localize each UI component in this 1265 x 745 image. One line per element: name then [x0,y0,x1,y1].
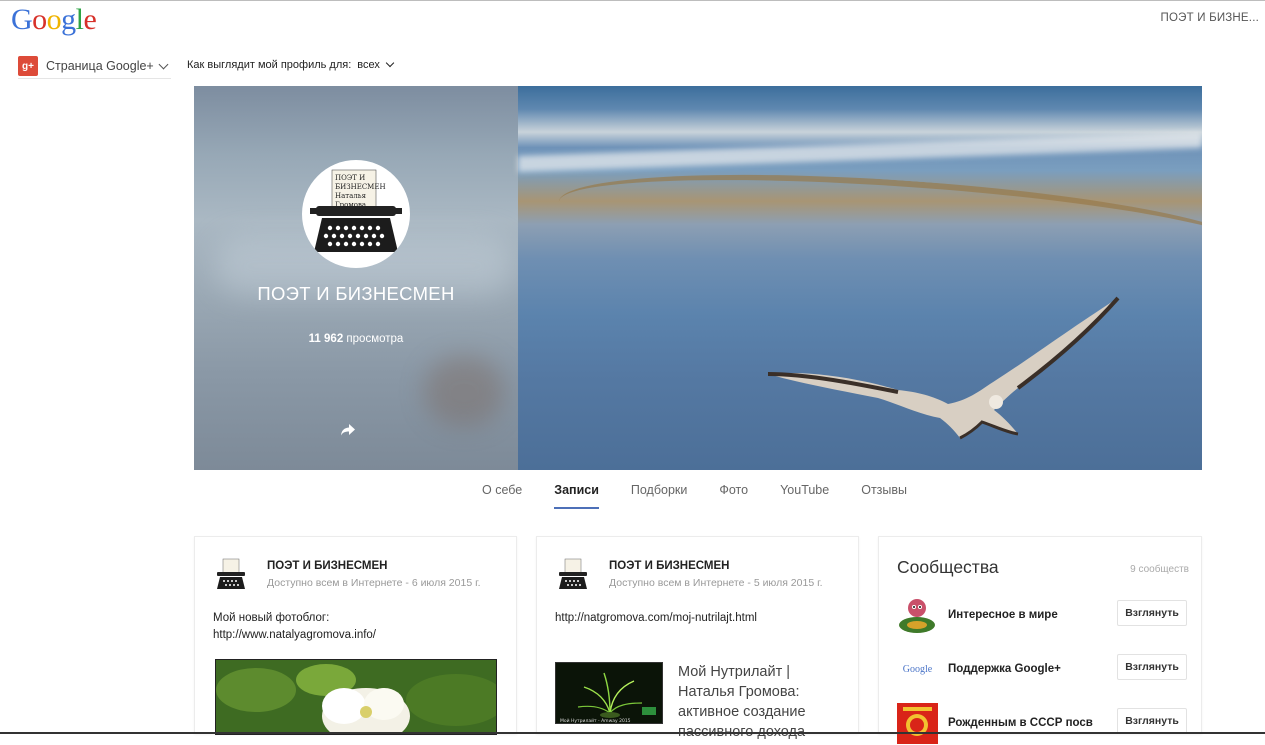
top-border [0,0,1265,1]
link-title-line: активное создание [678,704,806,720]
post-author-avatar[interactable] [555,557,591,593]
tab-photos[interactable]: Фото [703,476,764,509]
avatar-text-line2: БИЗНЕСМЕН [335,183,386,191]
post-author-name[interactable]: ПОЭТ И БИЗНЕСМЕН [609,560,823,572]
tab-posts[interactable]: Записи [538,476,615,509]
globe-character-icon [897,594,938,636]
share-icon[interactable] [340,423,356,437]
post-link[interactable]: http://www.natalyagromova.info/ [213,627,376,644]
link-title-line: Наталья Громова: [678,684,800,700]
community-item[interactable]: Интересное в мире Взглянуть [897,593,1187,637]
post-author-name[interactable]: ПОЭТ И БИЗНЕСМЕН [267,560,481,572]
view-community-button[interactable]: Взглянуть [1117,654,1187,680]
post-date[interactable]: 6 июля 2015 г. [412,577,481,589]
profile-views: 11 962 просмотра [194,333,518,345]
community-name: Поддержка Google+ [948,663,1061,675]
post-card: ПОЭТ И БИЗНЕСМЕН Доступно всем в Интерне… [536,536,859,740]
logo-letter-g2: g [61,3,76,36]
shoreline [555,156,1202,296]
community-item[interactable]: Рожденным в СССР посв Взглянуть [897,701,1187,745]
seagull-image [768,296,1120,440]
post-link[interactable]: http://natgromova.com/moj-nutrilajt.html [555,610,757,627]
tab-reviews[interactable]: Отзывы [845,476,923,509]
account-name[interactable]: ПОЭТ И БИЗНЕ... [1161,12,1259,24]
post-subline: Доступно всем в Интернете - 6 июля 2015 … [267,577,481,589]
view-as-selector[interactable]: Как выглядит мой профиль для: всех [187,58,395,71]
logo-letter-l: l [75,3,84,36]
profile-name: ПОЭТ И БИЗНЕСМЕН [257,283,455,304]
post-text-line: Мой новый фотоблог: [213,612,330,624]
post-text: http://natgromova.com/moj-nutrilajt.html [555,610,757,627]
gplus-icon: g+ [18,56,38,76]
chevron-down-icon [385,58,395,68]
avatar-text-line3: Наталья [335,192,367,200]
gplus-page-label: Страница Google+ [46,59,154,73]
profile-tabs: О себе Записи Подборки Фото YouTube Отзы… [466,476,923,510]
google-logo[interactable]: Google [11,3,97,37]
view-community-button[interactable]: Взглянуть [1117,600,1187,626]
avatar-text-line1: ПОЭТ И [335,174,365,182]
post-photo[interactable] [215,659,497,735]
post-date[interactable]: 5 июля 2015 г. [754,577,823,589]
tab-collections[interactable]: Подборки [615,476,703,509]
post-text: Мой новый фотоблог: http://www.natalyagr… [213,610,376,644]
logo-letter-o2: o [46,3,62,36]
communities-title: Сообщества [897,557,999,577]
community-item[interactable]: Google Поддержка Google+ Взглянуть [897,647,1187,691]
post-header: ПОЭТ И БИЗНЕСМЕН Доступно всем в Интерне… [555,557,823,593]
profile-avatar[interactable]: ПОЭТ И БИЗНЕСМЕН Наталья Громова [302,160,410,268]
post-card: ПОЭТ И БИЗНЕСМЕН Доступно всем в Интерне… [194,536,517,735]
post-subline: Доступно всем в Интернете - 5 июля 2015 … [609,577,823,589]
logo-letter-o1: o [32,3,47,36]
google-mini-logo: Google [902,663,933,675]
profile-info-panel: ПОЭТ И БИЗНЕСМЕН Наталья Громова ПОЭТ И … [194,86,518,470]
link-preview-title[interactable]: Мой Нутрилайт | Наталья Громова: активно… [678,662,848,742]
logo-letter-e: e [83,3,97,36]
post-visibility: Доступно всем в Интернете [609,577,745,589]
logo-letter-g: G [11,3,33,36]
gplus-page-switcher[interactable]: g+ Страница Google+ [18,54,171,79]
typewriter-avatar-icon: ПОЭТ И БИЗНЕСМЕН Наталья Громова [310,169,402,252]
tab-youtube[interactable]: YouTube [764,476,845,509]
community-name: Интересное в мире [948,609,1058,621]
profile-cover: ПОЭТ И БИЗНЕСМЕН Наталья Громова ПОЭТ И … [194,86,1202,470]
view-as-value: всех [357,59,380,71]
blur-shape [424,356,504,426]
post-meta: ПОЭТ И БИЗНЕСМЕН Доступно всем в Интерне… [609,557,823,593]
tab-about[interactable]: О себе [466,476,538,509]
post-author-avatar[interactable] [213,557,249,593]
post-header: ПОЭТ И БИЗНЕСМЕН Доступно всем в Интерне… [213,557,481,593]
link-preview-thumbnail[interactable]: Мой Нутрилайт - Amway 2015 [555,662,663,724]
view-as-label: Как выглядит мой профиль для: [187,59,352,71]
views-count: 11 962 [308,333,344,345]
thumb-caption: Мой Нутрилайт - Amway 2015 [560,717,631,724]
ussr-emblem-icon [897,702,938,744]
link-title-line: Мой Нутрилайт | [678,664,791,680]
communities-card: Сообщества 9 сообществ Интересное в мире… [878,536,1202,744]
cover-photo [518,86,1202,470]
post-meta: ПОЭТ И БИЗНЕСМЕН Доступно всем в Интерне… [267,557,481,593]
post-visibility: Доступно всем в Интернете [267,577,403,589]
communities-count[interactable]: 9 сообществ [1130,564,1189,575]
community-name: Рожденным в СССР посв [948,717,1093,729]
views-label: просмотра [346,333,404,345]
plant-sprout-image: Мой Нутрилайт - Amway 2015 [556,663,662,724]
chevron-down-icon [158,59,169,69]
google-logo-icon: Google [897,649,938,690]
flower-image [216,660,496,734]
view-community-button[interactable]: Взглянуть [1117,708,1187,734]
wave-foam [518,132,1202,172]
